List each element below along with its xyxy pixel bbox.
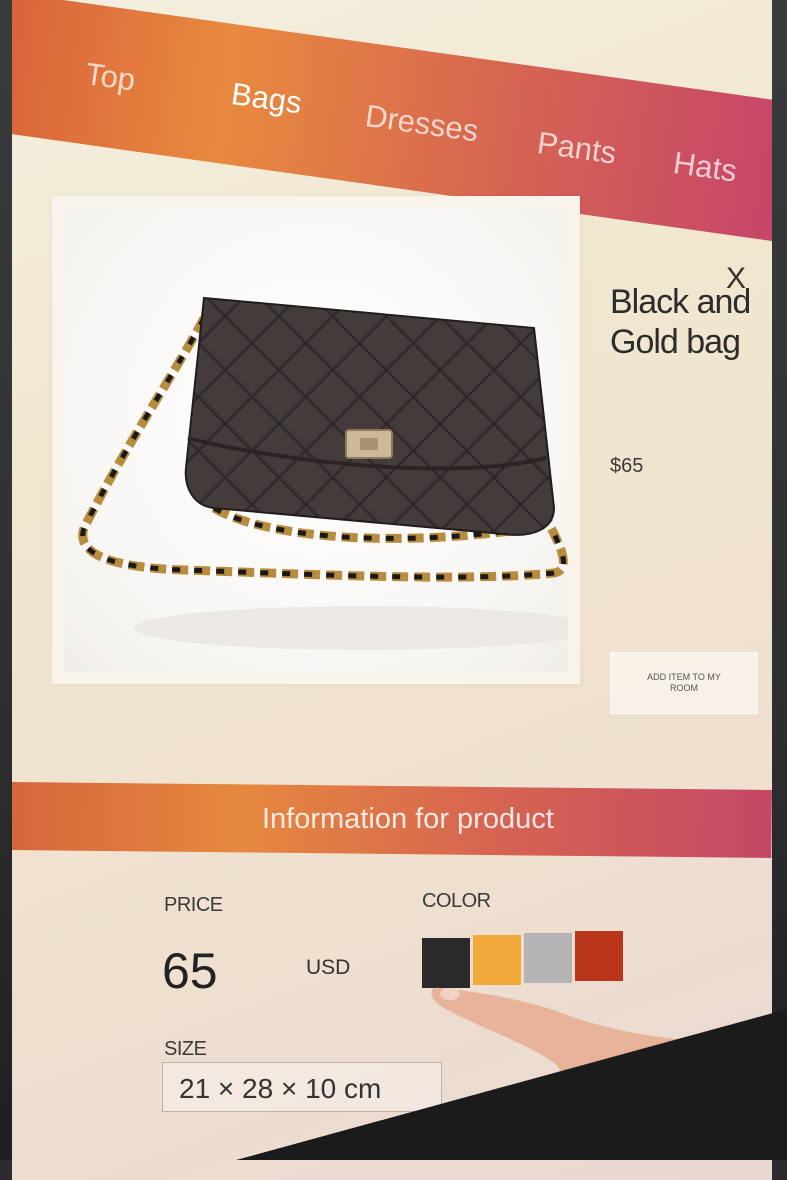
add-item-to-room-button[interactable]: ADD ITEM TO MY ROOM [610,652,758,714]
price-value: 65 [162,943,218,999]
product-title: Black and Gold bag [610,283,751,362]
info-section-title: Information for product [262,803,554,835]
price-label: PRICE [164,894,223,916]
product-price: $65 [610,455,644,477]
quilted-handbag-image[interactable] [64,208,568,672]
nav-item-top[interactable]: Top [83,56,137,99]
size-label: SIZE [164,1038,207,1060]
handbag-illustration [78,296,568,650]
product-photo-frame [52,196,580,684]
currency-label: USD [306,956,351,979]
size-field[interactable]: 21 × 28 × 10 cm [162,1062,442,1112]
color-label: COLOR [422,890,491,912]
